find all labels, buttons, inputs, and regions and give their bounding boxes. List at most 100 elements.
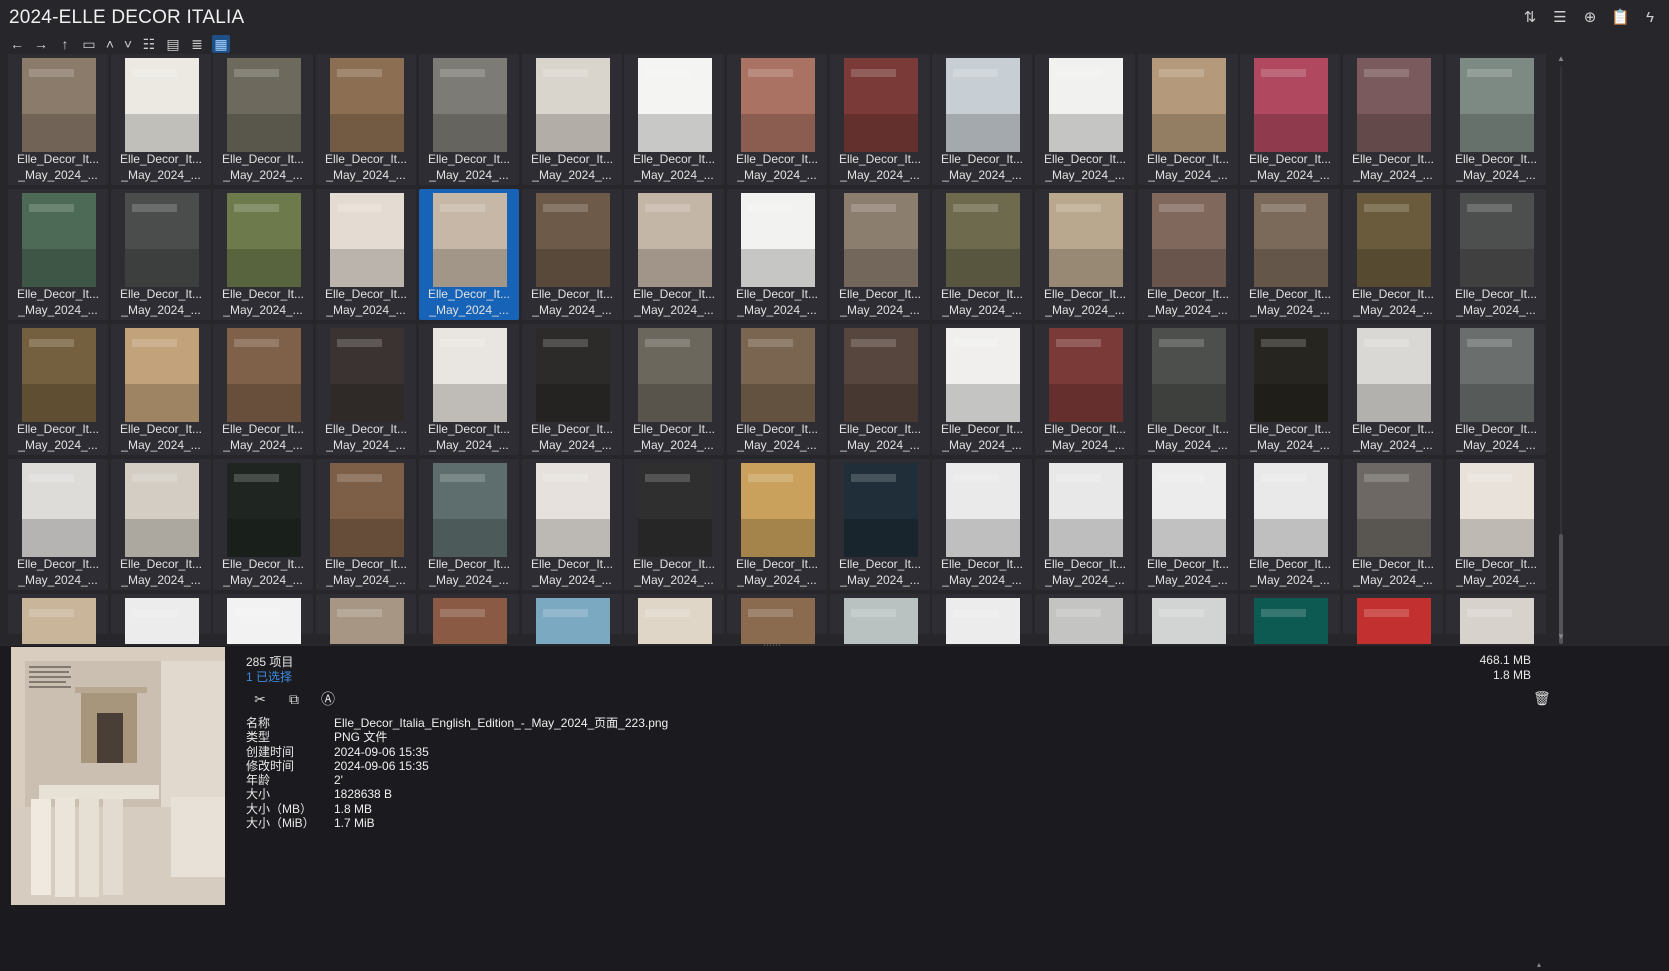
thumbnail-item[interactable]: Elle_Decor_It..._May_2024_...	[727, 459, 827, 590]
list-view-icon[interactable]: ☰	[1551, 9, 1569, 27]
rename-icon[interactable]: Ⓐ	[318, 690, 338, 708]
thumbnail-item[interactable]: Elle_Decor_It..._May_2024_...	[932, 594, 1032, 644]
thumbnail-item[interactable]: Elle_Decor_It..._May_2024_...	[1343, 324, 1443, 455]
thumbnail-item[interactable]: Elle_Decor_It..._May_2024_...	[727, 54, 827, 185]
thumbnail-item[interactable]: Elle_Decor_It..._May_2024_...	[1138, 54, 1238, 185]
forward-arrow-icon[interactable]: →	[32, 35, 50, 53]
thumbnail-item[interactable]: Elle_Decor_It..._May_2024_...	[624, 189, 724, 320]
thumbnail-item[interactable]: Elle_Decor_It..._May_2024_...	[8, 594, 108, 644]
thumbnail-item[interactable]: Elle_Decor_It..._May_2024_...	[522, 594, 622, 644]
thumbnail-item[interactable]: Elle_Decor_It..._May_2024_...	[1240, 189, 1340, 320]
thumbnail-item[interactable]: Elle_Decor_It..._May_2024_...	[419, 594, 519, 644]
content-view-icon[interactable]: ≣	[188, 35, 206, 53]
thumbnail-item[interactable]: Elle_Decor_It..._May_2024_...	[1446, 324, 1546, 455]
vertical-scrollbar[interactable]: ▲ ▼	[1557, 54, 1565, 644]
thumbnail-item[interactable]: Elle_Decor_It..._May_2024_...	[830, 54, 930, 185]
add-icon[interactable]: ⊕	[1581, 9, 1599, 27]
thumbnail-item[interactable]: Elle_Decor_It..._May_2024_...	[1446, 189, 1546, 320]
thumbnail-item[interactable]: Elle_Decor_It..._May_2024_...	[1138, 324, 1238, 455]
thumbnail-view-icon[interactable]: ▦	[212, 35, 230, 53]
thumbnail-item[interactable]: Elle_Decor_It..._May_2024_...	[8, 459, 108, 590]
thumbnail-item[interactable]: Elle_Decor_It..._May_2024_...	[213, 54, 313, 185]
thumbnail-item[interactable]: Elle_Decor_It..._May_2024_...	[624, 54, 724, 185]
thumbnail-item[interactable]: Elle_Decor_It..._May_2024_...	[316, 459, 416, 590]
thumbnail-item[interactable]: Elle_Decor_It..._May_2024_...	[316, 324, 416, 455]
thumbnail-item[interactable]: Elle_Decor_It..._May_2024_...	[1240, 324, 1340, 455]
thumbnail-item[interactable]: Elle_Decor_It..._May_2024_...	[1138, 189, 1238, 320]
thumbnail-item[interactable]: Elle_Decor_It..._May_2024_...	[1446, 54, 1546, 185]
thumbnail-item[interactable]: Elle_Decor_It..._May_2024_...	[932, 324, 1032, 455]
thumbnail-item[interactable]: Elle_Decor_It..._May_2024_...	[419, 324, 519, 455]
copy-icon[interactable]: ⧉	[284, 690, 304, 708]
thumbnail-item[interactable]: Elle_Decor_It..._May_2024_...	[1138, 594, 1238, 644]
thumbnail-item[interactable]: Elle_Decor_It..._May_2024_...	[830, 324, 930, 455]
details-view-icon[interactable]: ☷	[140, 35, 158, 53]
thumbnail-item[interactable]: Elle_Decor_It..._May_2024_...	[727, 594, 827, 644]
delete-icon[interactable]: 🗑	[1533, 690, 1551, 706]
thumbnail-item[interactable]: Elle_Decor_It..._May_2024_...	[111, 189, 211, 320]
tiles-view-icon[interactable]: ▤	[164, 35, 182, 53]
clipboard-icon[interactable]: 📋	[1611, 9, 1630, 27]
thumbnail-item[interactable]: Elle_Decor_It..._May_2024_...	[522, 459, 622, 590]
back-arrow-icon[interactable]: ←	[8, 35, 26, 53]
thumbnail-item[interactable]: Elle_Decor_It..._May_2024_...	[213, 189, 313, 320]
lightning-icon[interactable]: ϟ	[1641, 9, 1659, 27]
thumbnail-item[interactable]: Elle_Decor_It..._May_2024_...	[111, 54, 211, 185]
thumbnail-item[interactable]: Elle_Decor_It..._May_2024_...	[316, 594, 416, 644]
thumbnail-item[interactable]: Elle_Decor_It..._May_2024_...	[213, 324, 313, 455]
thumbnail-item[interactable]: Elle_Decor_It..._May_2024_...	[522, 324, 622, 455]
thumbnail-item[interactable]: Elle_Decor_It..._May_2024_...	[624, 459, 724, 590]
thumbnail-item[interactable]: Elle_Decor_It..._May_2024_...	[932, 459, 1032, 590]
selected-count[interactable]: 1 已选择	[246, 668, 292, 685]
chevron-up-icon[interactable]: ˄	[104, 35, 116, 53]
thumbnail-item[interactable]: Elle_Decor_It..._May_2024_...	[8, 324, 108, 455]
thumbnail-item[interactable]: Elle_Decor_It..._May_2024_...	[727, 189, 827, 320]
thumbnail-item[interactable]: Elle_Decor_It..._May_2024_...	[1343, 459, 1443, 590]
cut-icon[interactable]: ✂	[250, 690, 270, 708]
thumbnail-item[interactable]: Elle_Decor_It..._May_2024_...	[111, 324, 211, 455]
thumbnail-item[interactable]: Elle_Decor_It..._May_2024_...	[1138, 459, 1238, 590]
thumbnail-item[interactable]: Elle_Decor_It..._May_2024_...	[1343, 189, 1443, 320]
thumbnail-item[interactable]: Elle_Decor_It..._May_2024_...	[932, 189, 1032, 320]
scroll-thumb[interactable]	[1559, 534, 1563, 644]
thumbnail-item[interactable]: Elle_Decor_It..._May_2024_...	[727, 324, 827, 455]
thumbnail-item[interactable]: Elle_Decor_It..._May_2024_...	[1343, 54, 1443, 185]
thumbnail-item[interactable]: Elle_Decor_It..._May_2024_...	[1446, 594, 1546, 644]
thumbnail-item[interactable]: Elle_Decor_It..._May_2024_...	[419, 189, 519, 320]
window-icon[interactable]: ▭	[80, 35, 98, 53]
thumbnail-item[interactable]: Elle_Decor_It..._May_2024_...	[111, 594, 211, 644]
thumbnail-item[interactable]: Elle_Decor_It..._May_2024_...	[1035, 324, 1135, 455]
thumbnail-item[interactable]: Elle_Decor_It..._May_2024_...	[1446, 459, 1546, 590]
thumbnail-item[interactable]: Elle_Decor_It..._May_2024_...	[1035, 594, 1135, 644]
thumbnail-item[interactable]: Elle_Decor_It..._May_2024_...	[316, 189, 416, 320]
thumbnail-item[interactable]: Elle_Decor_It..._May_2024_...	[522, 189, 622, 320]
scroll-up-icon[interactable]: ▲	[1557, 54, 1565, 63]
thumbnail-item[interactable]: Elle_Decor_It..._May_2024_...	[830, 459, 930, 590]
thumbnail-item[interactable]: Elle_Decor_It..._May_2024_...	[111, 459, 211, 590]
thumbnail-item[interactable]: Elle_Decor_It..._May_2024_...	[8, 189, 108, 320]
thumbnail-item[interactable]: Elle_Decor_It..._May_2024_...	[316, 54, 416, 185]
sort-icon[interactable]: ⇅	[1521, 9, 1539, 27]
thumbnail-item[interactable]: Elle_Decor_It..._May_2024_...	[830, 594, 930, 644]
thumbnail-item[interactable]: Elle_Decor_It..._May_2024_...	[213, 594, 313, 644]
thumbnail-item[interactable]: Elle_Decor_It..._May_2024_...	[213, 459, 313, 590]
up-arrow-icon[interactable]: ↑	[56, 35, 74, 53]
thumbnail-item[interactable]: Elle_Decor_It..._May_2024_...	[1240, 594, 1340, 644]
expand-icon[interactable]: ▴	[1537, 960, 1541, 969]
scroll-down-icon[interactable]: ▼	[1557, 632, 1565, 641]
thumbnail-item[interactable]: Elle_Decor_It..._May_2024_...	[1240, 459, 1340, 590]
thumbnail-item[interactable]: Elle_Decor_It..._May_2024_...	[8, 54, 108, 185]
thumbnail-item[interactable]: Elle_Decor_It..._May_2024_...	[1035, 189, 1135, 320]
thumbnail-item[interactable]: Elle_Decor_It..._May_2024_...	[419, 459, 519, 590]
thumbnail-item[interactable]: Elle_Decor_It..._May_2024_...	[1343, 594, 1443, 644]
thumbnail-item[interactable]: Elle_Decor_It..._May_2024_...	[624, 594, 724, 644]
thumbnail-item[interactable]: Elle_Decor_It..._May_2024_...	[1035, 459, 1135, 590]
chevron-down-icon[interactable]: ˅	[122, 35, 134, 53]
thumbnail-item[interactable]: Elle_Decor_It..._May_2024_...	[932, 54, 1032, 185]
thumbnail-item[interactable]: Elle_Decor_It..._May_2024_...	[624, 324, 724, 455]
thumbnail-item[interactable]: Elle_Decor_It..._May_2024_...	[1035, 54, 1135, 185]
thumbnail-item[interactable]: Elle_Decor_It..._May_2024_...	[830, 189, 930, 320]
thumbnail-item[interactable]: Elle_Decor_It..._May_2024_...	[419, 54, 519, 185]
thumbnail-item[interactable]: Elle_Decor_It..._May_2024_...	[522, 54, 622, 185]
thumbnail-item[interactable]: Elle_Decor_It..._May_2024_...	[1240, 54, 1340, 185]
